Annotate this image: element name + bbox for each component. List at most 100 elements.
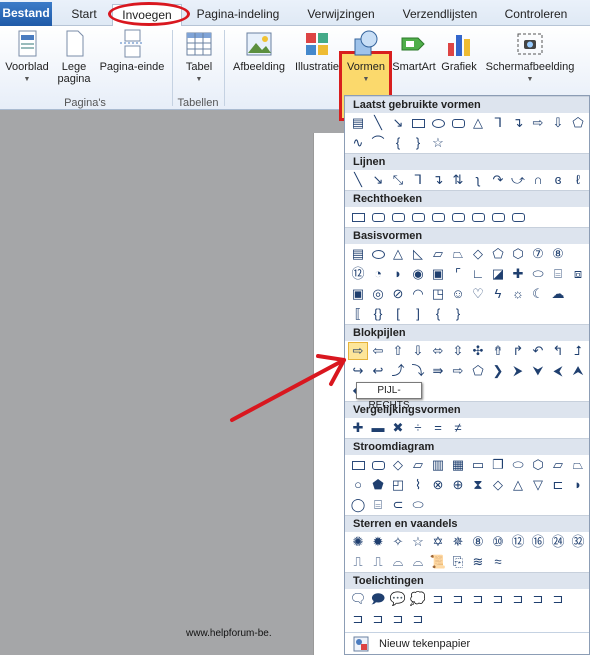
chord-shape[interactable]: ◗: [388, 265, 408, 283]
left-arrow-shape[interactable]: ⇦: [368, 342, 388, 360]
bevel-shape[interactable]: ▣: [348, 285, 368, 303]
flowchart-data-shape[interactable]: ▱: [408, 456, 428, 474]
down-arrow-callout-shape[interactable]: ⮟: [528, 362, 548, 380]
multiply-shape[interactable]: ✖: [388, 419, 408, 437]
flowchart-connector-shape[interactable]: ○: [348, 476, 368, 494]
flowchart-direct-access-shape[interactable]: ⊂: [388, 496, 408, 514]
flowchart-summing-junction-shape[interactable]: ⊗: [428, 476, 448, 494]
curved-left-arrow-shape[interactable]: ↩: [368, 362, 388, 380]
flowchart-decision-shape[interactable]: ◇: [388, 456, 408, 474]
curve-connector-shape[interactable]: ∿: [348, 134, 368, 152]
curved-up-arrow-shape[interactable]: ⤴: [388, 362, 408, 380]
flowchart-preparation-shape[interactable]: ⬡: [528, 456, 548, 474]
wave-shape[interactable]: ≋: [468, 553, 488, 571]
rectangle-shape[interactable]: [408, 114, 428, 132]
freeform-shape[interactable]: ɞ: [548, 171, 568, 189]
star-7-shape[interactable]: ✵: [448, 533, 468, 551]
explosion-2-shape[interactable]: ✹: [368, 533, 388, 551]
left-brace-shape[interactable]: {: [388, 134, 408, 152]
elbow-connector-shape[interactable]: ᒣ: [488, 114, 508, 132]
tab-pagina-indeling[interactable]: Pagina-indeling: [190, 4, 286, 26]
double-brace-shape[interactable]: {}: [368, 305, 388, 323]
up-ribbon-shape[interactable]: ⎍: [348, 553, 368, 571]
pie-shape[interactable]: ◔: [368, 265, 388, 283]
star-10-shape[interactable]: ⑩: [488, 533, 508, 551]
right-brace-shape[interactable]: }: [408, 134, 428, 152]
curved-right-arrow-shape[interactable]: ↪: [348, 362, 368, 380]
star-5-shape[interactable]: ☆: [408, 533, 428, 551]
diagonal-stripe-shape[interactable]: ◪: [488, 265, 508, 283]
freeform-curve-shape[interactable]: ∩: [528, 171, 548, 189]
curved-down-arrow-shape[interactable]: ⤵: [408, 362, 428, 380]
flowchart-extract-shape[interactable]: △: [508, 476, 528, 494]
octagon-shape[interactable]: ⑧: [548, 245, 568, 263]
cube-shape[interactable]: ⧈: [568, 265, 588, 283]
can-shape[interactable]: ⌸: [548, 265, 568, 283]
lightning-bolt-shape[interactable]: ϟ: [488, 285, 508, 303]
flowchart-punched-tape-shape[interactable]: ⌇: [408, 476, 428, 494]
divide-shape[interactable]: ÷: [408, 419, 428, 437]
left-up-arrow-shape[interactable]: ↰: [548, 342, 568, 360]
bent-arrow-shape[interactable]: ↱: [508, 342, 528, 360]
flowchart-sequential-access-shape[interactable]: ◯: [348, 496, 368, 514]
curve-arrow-shape[interactable]: ↷: [488, 171, 508, 189]
star-16-shape[interactable]: ⑯: [528, 533, 548, 551]
schermafbeelding-button[interactable]: Schermafbeelding ▼: [482, 29, 578, 86]
down-ribbon-shape[interactable]: ⎍: [368, 553, 388, 571]
elbow-arrow-shape[interactable]: ↴: [508, 114, 528, 132]
bent-up-arrow-shape[interactable]: ⮥: [568, 342, 588, 360]
pentagon-arrow-shape[interactable]: ⬠: [468, 362, 488, 380]
double-bracket-shape[interactable]: ⟦: [348, 305, 368, 323]
left-right-arrow-shape[interactable]: ⬄: [428, 342, 448, 360]
folded-corner-shape[interactable]: ◳: [428, 285, 448, 303]
tab-controleren[interactable]: Controleren: [496, 4, 576, 26]
right-arrow-callout-shape[interactable]: ⮞: [508, 362, 528, 380]
right-brace-shape[interactable]: }: [448, 305, 468, 323]
flowchart-process-shape[interactable]: [348, 456, 368, 474]
block-arc-shape[interactable]: ◠: [408, 285, 428, 303]
diamond-shape[interactable]: ◇: [468, 245, 488, 263]
frame-shape[interactable]: ▣: [428, 265, 448, 283]
line-callout-3-shape[interactable]: ⊐: [468, 590, 488, 608]
elbow-arrow-shape[interactable]: ↴: [428, 171, 448, 189]
tab-start[interactable]: Start: [62, 4, 106, 26]
flowchart-alternate-process-shape[interactable]: [368, 456, 388, 474]
curved-down-ribbon-shape[interactable]: ⌓: [408, 553, 428, 571]
chevron-shape[interactable]: ❯: [488, 362, 508, 380]
triangle-shape[interactable]: △: [468, 114, 488, 132]
parallelogram-shape[interactable]: ▱: [428, 245, 448, 263]
line-callout-border-1-shape[interactable]: ⊐: [548, 590, 568, 608]
lege-pagina-button[interactable]: Lege pagina: [56, 29, 92, 85]
flowchart-delay-shape[interactable]: ◗: [568, 476, 588, 494]
line-callout-border-2-shape[interactable]: ⊐: [348, 610, 368, 628]
line-callout-accent-2-shape[interactable]: ⊐: [508, 590, 528, 608]
oval-shape[interactable]: [428, 114, 448, 132]
quad-arrow-shape[interactable]: ✣: [468, 342, 488, 360]
scribble-shape[interactable]: ℓ: [568, 171, 588, 189]
flowchart-or-shape[interactable]: ⊕: [448, 476, 468, 494]
donut-shape[interactable]: ◎: [368, 285, 388, 303]
dodecagon-shape[interactable]: ⑫: [348, 265, 368, 283]
arrow-line-shape[interactable]: ↘: [368, 171, 388, 189]
flowchart-manual-operation-shape[interactable]: ⏢: [568, 456, 588, 474]
tab-bestand[interactable]: Bestand: [0, 2, 52, 26]
curve-double-arrow-shape[interactable]: ⤻: [508, 171, 528, 189]
afbeelding-button[interactable]: Afbeelding: [228, 29, 290, 73]
star-8-shape[interactable]: ⑧: [468, 533, 488, 551]
round-diagonal-rectangle-shape[interactable]: [508, 208, 528, 226]
cross-shape[interactable]: ✚: [508, 265, 528, 283]
line-callout-1-shape[interactable]: ⊐: [428, 590, 448, 608]
u-turn-arrow-shape[interactable]: ↶: [528, 342, 548, 360]
teardrop-shape[interactable]: ◉: [408, 265, 428, 283]
flowchart-card-shape[interactable]: ◰: [388, 476, 408, 494]
grafiek-button[interactable]: Grafiek: [438, 29, 480, 73]
round-same-side-rectangle-shape[interactable]: [488, 208, 508, 226]
flowchart-manual-input-shape[interactable]: ⏥: [548, 456, 568, 474]
double-wave-shape[interactable]: ≈: [488, 553, 508, 571]
elbow-connector-shape[interactable]: ᒣ: [408, 171, 428, 189]
pentagon-shape[interactable]: ⬠: [488, 245, 508, 263]
up-down-arrow-shape[interactable]: ⇳: [448, 342, 468, 360]
flowchart-terminator-shape[interactable]: ⬭: [508, 456, 528, 474]
new-drawing-canvas-item[interactable]: Nieuw tekenpapier: [345, 632, 589, 654]
snip-diagonal-rectangle-shape[interactable]: [428, 208, 448, 226]
